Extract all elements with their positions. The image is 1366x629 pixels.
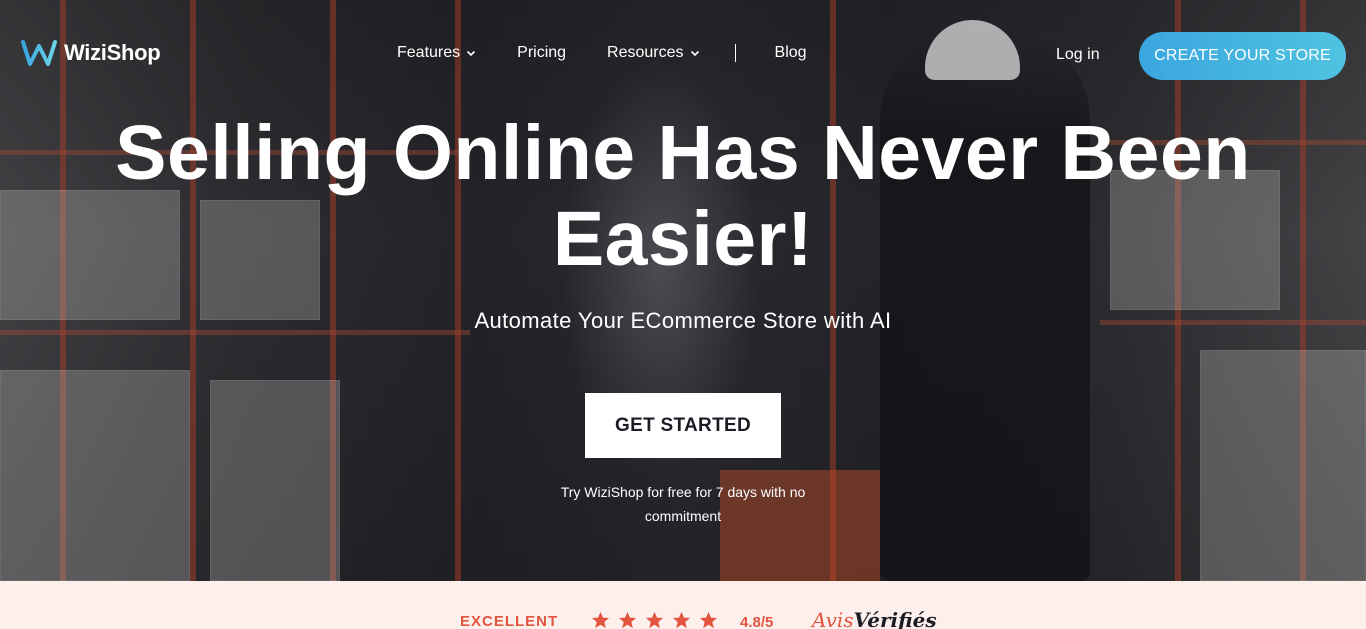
star-icon: [699, 611, 718, 629]
nav-divider: [734, 44, 736, 62]
brand-logo[interactable]: WiziShop: [20, 38, 161, 68]
avis-logo-part-2: Vérifiés: [853, 608, 937, 629]
nav-item-blog[interactable]: Blog: [775, 44, 807, 62]
star-icon: [645, 611, 664, 629]
hero-subheadline: Automate Your ECommerce Store with AI: [474, 308, 892, 333]
star-icon: [591, 611, 610, 629]
pallet: [0, 370, 190, 581]
pallet: [210, 380, 340, 581]
nav-item-label: Pricing: [517, 44, 567, 61]
nav-item-features[interactable]: Features: [397, 44, 476, 62]
main-menu: Features Pricing Resources Blog: [397, 44, 807, 62]
wizishop-w-logo-icon: [21, 40, 57, 66]
avis-logo-part-1: Avis: [812, 608, 854, 629]
top-navigation: WiziShop Features Pricing Resources Blog…: [0, 0, 1366, 110]
brand-name: WiziShop: [64, 40, 161, 65]
avis-verifies-logo[interactable]: AvisVérifiés: [812, 608, 937, 629]
rating-score: 4.8/5: [740, 614, 774, 629]
headline-line-1: Selling Online Has Never Been: [115, 110, 1251, 196]
get-started-button[interactable]: GET STARTED: [585, 393, 781, 458]
nav-item-resources[interactable]: Resources: [607, 44, 699, 62]
trial-note: Try WiziShop for free for 7 days with no…: [538, 480, 828, 528]
headline-line-2: Easier!: [552, 196, 814, 282]
star-icon: [618, 611, 637, 629]
nav-item-label: Blog: [774, 44, 807, 61]
nav-item-label: Features: [397, 44, 461, 61]
nav-item-pricing[interactable]: Pricing: [517, 44, 566, 62]
nav-item-label: Resources: [607, 44, 684, 61]
rating-label: EXCELLENT: [460, 613, 559, 629]
trial-note-line-1: Try WiziShop for free for 7 days with no: [560, 484, 806, 500]
trial-note-line-2: commitment: [644, 508, 722, 524]
rating-strip: EXCELLENT 4.8/5 AvisVérifiés: [0, 581, 1366, 629]
create-store-button[interactable]: CREATE YOUR STORE: [1139, 32, 1346, 80]
pallet: [1200, 350, 1366, 581]
star-icon: [672, 611, 691, 629]
hero-headline: Selling Online Has Never Been Easier!: [0, 110, 1366, 282]
login-link[interactable]: Log in: [1056, 46, 1100, 64]
chevron-down-icon: [467, 50, 476, 57]
chevron-down-icon: [690, 50, 699, 57]
rating-stars: [591, 611, 718, 629]
